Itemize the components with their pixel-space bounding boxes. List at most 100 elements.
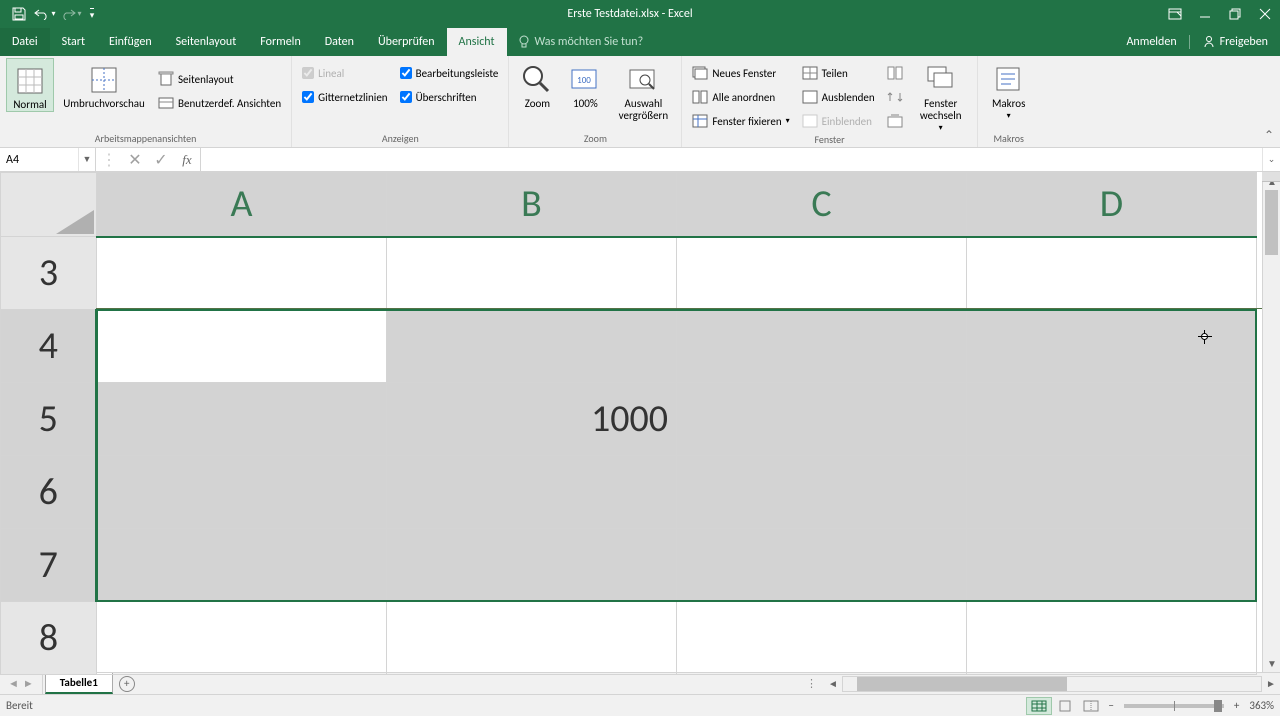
select-all-button[interactable]	[1, 173, 97, 237]
spreadsheet-grid[interactable]: A B C D 3 4 5 1000 6	[0, 172, 1280, 672]
zoom-level[interactable]: 363%	[1243, 699, 1274, 712]
sheet-tab-1[interactable]: Tabelle1	[45, 673, 113, 694]
cell-d4[interactable]	[967, 310, 1257, 383]
scroll-left-button[interactable]: ◄	[824, 675, 842, 693]
split-button[interactable]: Teilen	[798, 62, 879, 84]
minimize-button[interactable]	[1190, 0, 1220, 28]
horizontal-scroll-thumb[interactable]	[857, 677, 1067, 691]
sheet-tab-nav[interactable]: ◄ ►	[0, 673, 43, 694]
cell-c3[interactable]	[677, 237, 967, 310]
cancel-formula-button[interactable]: ✕	[122, 148, 148, 171]
tab-start[interactable]: Start	[50, 28, 97, 56]
arrange-all-button[interactable]: Alle anordnen	[688, 86, 793, 108]
name-box-input[interactable]	[0, 153, 78, 167]
vertical-scroll-thumb[interactable]	[1265, 190, 1278, 255]
normal-view-mode-button[interactable]	[1026, 697, 1052, 715]
cell-c6[interactable]	[677, 456, 967, 529]
cell-a3[interactable]	[97, 237, 387, 310]
headings-checkbox[interactable]: Überschriften	[396, 86, 503, 108]
redo-button[interactable]: ▾	[58, 0, 84, 28]
vertical-scroll-track[interactable]	[1263, 190, 1280, 654]
cell-a8[interactable]	[97, 602, 387, 675]
page-break-preview-button[interactable]: Umbruchvorschau	[58, 58, 150, 110]
cell-b4[interactable]	[387, 310, 677, 383]
new-window-button[interactable]: Neues Fenster	[688, 62, 793, 84]
page-layout-mode-button[interactable]	[1052, 697, 1078, 715]
formula-bar-checkbox[interactable]: Bearbeitungsleiste	[396, 62, 503, 84]
tab-page-layout[interactable]: Seitenlayout	[164, 28, 249, 56]
next-sheet-button[interactable]: ►	[23, 677, 34, 690]
cell-b5[interactable]: 1000	[387, 383, 677, 456]
row-header-7[interactable]: 7	[1, 529, 97, 602]
qat-customize-button[interactable]: ▾	[84, 0, 100, 28]
cell-b8[interactable]	[387, 602, 677, 675]
switch-windows-button[interactable]: Fenster wechseln▾	[911, 58, 971, 133]
cell-c7[interactable]	[677, 529, 967, 602]
insert-function-button[interactable]: fx	[174, 148, 200, 171]
zoom-slider[interactable]	[1124, 704, 1224, 708]
page-break-mode-button[interactable]	[1078, 697, 1104, 715]
tab-review[interactable]: Überprüfen	[366, 28, 447, 56]
cell-b6[interactable]	[387, 456, 677, 529]
cell-a6[interactable]	[97, 456, 387, 529]
new-sheet-button[interactable]: +	[113, 673, 141, 694]
cell-c8[interactable]	[677, 602, 967, 675]
close-button[interactable]	[1250, 0, 1280, 28]
cell-d8[interactable]	[967, 602, 1257, 675]
enter-formula-button[interactable]: ✓	[148, 148, 174, 171]
cell-a7[interactable]	[97, 529, 387, 602]
sign-in-link[interactable]: Anmelden	[1114, 35, 1188, 49]
custom-views-button[interactable]: Benutzerdef. Ansichten	[154, 92, 285, 114]
prev-sheet-button[interactable]: ◄	[8, 677, 19, 690]
zoom-selection-button[interactable]: Auswahl vergrößern	[611, 58, 675, 122]
hide-button[interactable]: Ausblenden	[798, 86, 879, 108]
zoom-out-button[interactable]: −	[1104, 699, 1117, 712]
name-box[interactable]: ▼	[0, 148, 96, 171]
cell-c4[interactable]	[677, 310, 967, 383]
name-box-dropdown[interactable]: ▼	[78, 148, 95, 171]
zoom-100-button[interactable]: 100 100%	[563, 58, 607, 110]
freeze-panes-button[interactable]: Fenster fixieren ▾	[688, 110, 793, 132]
macros-button[interactable]: Makros▾	[984, 58, 1034, 121]
scroll-down-button[interactable]: ▼	[1263, 654, 1280, 672]
expand-formula-bar-button[interactable]: ⌄	[1262, 148, 1280, 171]
cell-a4[interactable]	[97, 310, 387, 383]
view-normal-button[interactable]: Normal	[6, 58, 54, 112]
restore-button[interactable]	[1220, 0, 1250, 28]
cell-d7[interactable]	[967, 529, 1257, 602]
vertical-scrollbar[interactable]: ▲ ▼	[1262, 172, 1280, 672]
undo-button[interactable]: ▾	[32, 0, 58, 28]
tab-view[interactable]: Ansicht	[447, 28, 507, 56]
cell-d3[interactable]	[967, 237, 1257, 310]
save-button[interactable]	[6, 0, 32, 28]
row-header-8[interactable]: 8	[1, 602, 97, 675]
row-header-3[interactable]: 3	[1, 237, 97, 310]
column-header-c[interactable]: C	[677, 173, 967, 237]
page-layout-button[interactable]: Seitenlayout	[154, 68, 285, 90]
tab-split-handle[interactable]: ⋮	[800, 677, 824, 690]
column-header-d[interactable]: D	[967, 173, 1257, 237]
share-button[interactable]: Freigeben	[1189, 35, 1280, 49]
tab-file[interactable]: Datei	[0, 28, 50, 56]
ribbon-display-options-button[interactable]	[1160, 0, 1190, 28]
horizontal-scroll-track[interactable]	[842, 676, 1262, 692]
zoom-slider-thumb[interactable]	[1214, 700, 1222, 712]
view-side-by-side-button[interactable]	[883, 62, 907, 84]
column-header-b[interactable]: B	[387, 173, 677, 237]
tab-formulas[interactable]: Formeln	[248, 28, 312, 56]
tab-insert[interactable]: Einfügen	[97, 28, 164, 56]
cell-c5[interactable]	[677, 383, 967, 456]
row-header-5[interactable]: 5	[1, 383, 97, 456]
vertical-split-handle[interactable]	[1262, 172, 1280, 182]
collapse-ribbon-button[interactable]: ⌃	[1264, 128, 1274, 143]
cell-a5[interactable]	[97, 383, 387, 456]
reset-window-button[interactable]	[883, 110, 907, 132]
zoom-button[interactable]: Zoom	[515, 58, 559, 110]
row-header-6[interactable]: 6	[1, 456, 97, 529]
cell-d6[interactable]	[967, 456, 1257, 529]
sync-scroll-button[interactable]	[883, 86, 907, 108]
cell-b3[interactable]	[387, 237, 677, 310]
tab-data[interactable]: Daten	[313, 28, 366, 56]
tell-me-search[interactable]: Was möchten Sie tun?	[507, 28, 644, 56]
column-header-a[interactable]: A	[97, 173, 387, 237]
